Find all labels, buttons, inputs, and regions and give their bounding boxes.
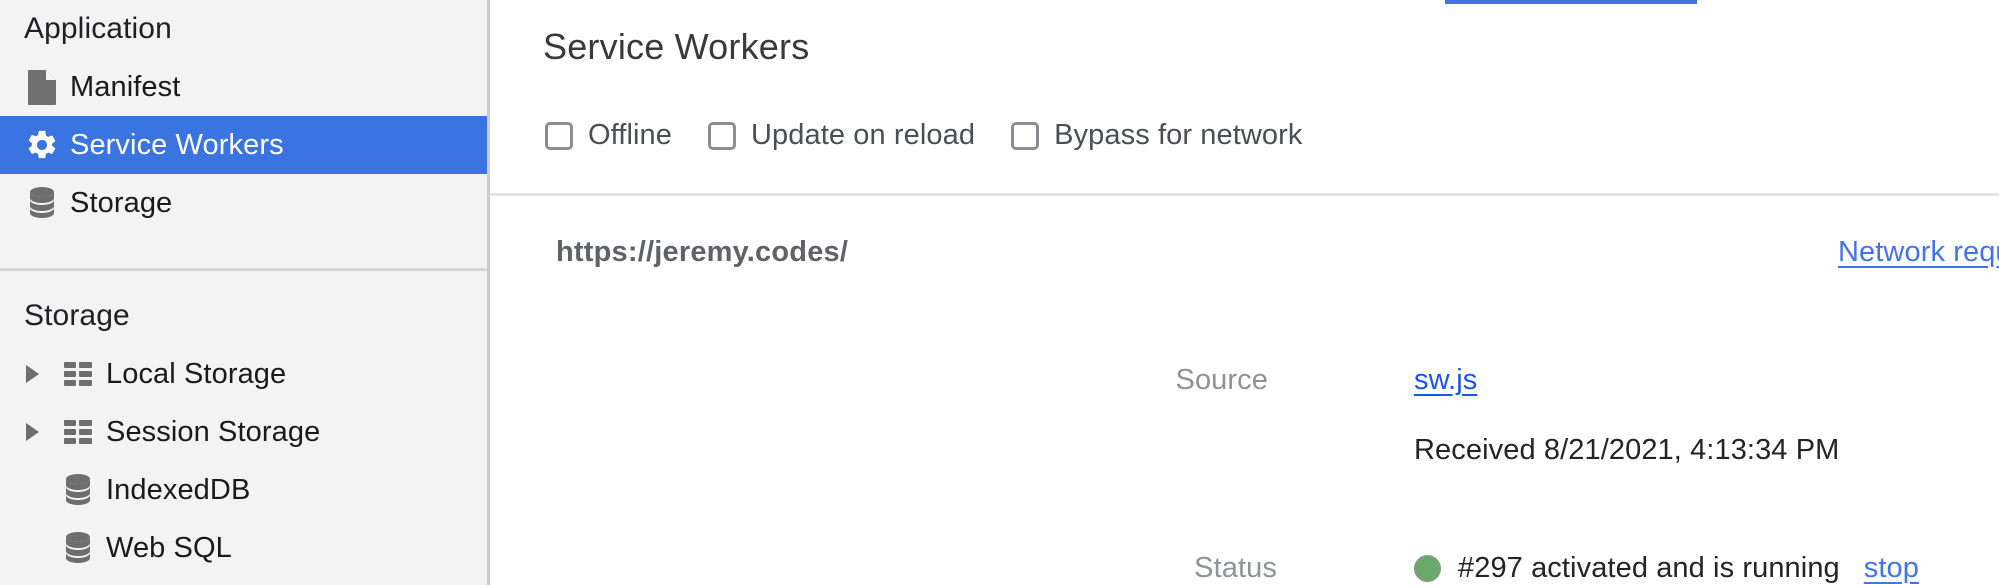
service-workers-toolbar: Offline Update on reload Bypass for netw… — [545, 119, 1303, 152]
sidebar-item-label: Web SQL — [106, 531, 232, 564]
sidebar-item-label: Service Workers — [70, 128, 284, 161]
checkbox-label: Update on reload — [751, 119, 976, 151]
checkbox-box[interactable] — [545, 121, 573, 150]
status-badge: #297 activated and is running — [1458, 552, 1840, 584]
checkbox-label: Offline — [588, 119, 672, 151]
database-icon — [54, 531, 102, 565]
table-icon — [54, 418, 102, 446]
received-timestamp: Received 8/21/2021, 4:13:34 PM — [1414, 434, 1840, 466]
status-value: #297 activated and is running stop — [1414, 552, 1919, 585]
network-requests-link[interactable]: Network requests — [1838, 236, 1999, 269]
sidebar-item-web-sql[interactable]: Web SQL — [0, 519, 487, 577]
registration-header-row: https://jeremy.codes/ Network requests U… — [490, 236, 1999, 282]
service-workers-pane: Service Workers Offline Update on reload… — [490, 0, 1999, 585]
database-icon — [54, 473, 102, 507]
sidebar-item-storage[interactable]: Storage — [0, 174, 487, 232]
sidebar-item-service-workers[interactable]: Service Workers — [0, 116, 487, 174]
sidebar-item-label: IndexedDB — [106, 473, 251, 506]
sidebar-item-label: Storage — [70, 186, 173, 219]
sidebar-section-header-storage: Storage — [24, 299, 130, 332]
toolbar-divider — [490, 193, 1999, 196]
source-label: Source — [1175, 364, 1268, 396]
chevron-right-icon[interactable] — [24, 423, 54, 441]
status-indicator-dot — [1414, 555, 1441, 582]
page-title: Service Workers — [543, 26, 810, 67]
sidebar-item-label: Manifest — [70, 70, 181, 103]
checkbox-bypass-for-network[interactable]: Bypass for network — [1011, 119, 1302, 152]
sidebar-section-header-application: Application — [24, 12, 172, 45]
gear-icon — [18, 128, 66, 162]
registration-actions: Network requests Update Unregister — [1838, 236, 1999, 269]
sidebar-section-application: Application Manifest Service Workers Sto… — [0, 0, 487, 232]
checkbox-offline[interactable]: Offline — [545, 119, 672, 152]
sidebar: Application Manifest Service Workers Sto… — [0, 0, 490, 585]
sidebar-item-label: Local Storage — [106, 357, 287, 390]
document-icon — [18, 69, 66, 105]
checkbox-update-on-reload[interactable]: Update on reload — [708, 119, 975, 152]
sidebar-item-local-storage[interactable]: Local Storage — [0, 345, 487, 403]
stop-link[interactable]: stop — [1864, 552, 1919, 585]
sidebar-item-session-storage[interactable]: Session Storage — [0, 403, 487, 461]
sidebar-item-label: Session Storage — [106, 415, 321, 448]
source-script-link[interactable]: sw.js — [1414, 364, 1477, 397]
cut-off-link-underline[interactable] — [1445, 0, 1697, 4]
registration-origin: https://jeremy.codes/ — [556, 236, 849, 268]
chevron-right-icon[interactable] — [24, 365, 54, 383]
sidebar-section-storage: Storage Local Storage Session Storage In… — [0, 287, 487, 577]
source-value: sw.js — [1414, 364, 1477, 397]
checkbox-box[interactable] — [1011, 121, 1040, 150]
checkbox-box[interactable] — [708, 121, 736, 150]
sidebar-spacer-top — [0, 232, 487, 268]
status-label: Status — [1194, 552, 1277, 584]
table-icon — [54, 360, 102, 388]
sidebar-item-indexeddb[interactable]: IndexedDB — [0, 461, 487, 519]
devtools-application-panel: Application Manifest Service Workers Sto… — [0, 0, 1999, 585]
sidebar-spacer-bottom — [0, 271, 487, 287]
checkbox-label: Bypass for network — [1054, 119, 1303, 151]
sidebar-item-manifest[interactable]: Manifest — [0, 58, 487, 116]
database-icon — [18, 186, 66, 220]
